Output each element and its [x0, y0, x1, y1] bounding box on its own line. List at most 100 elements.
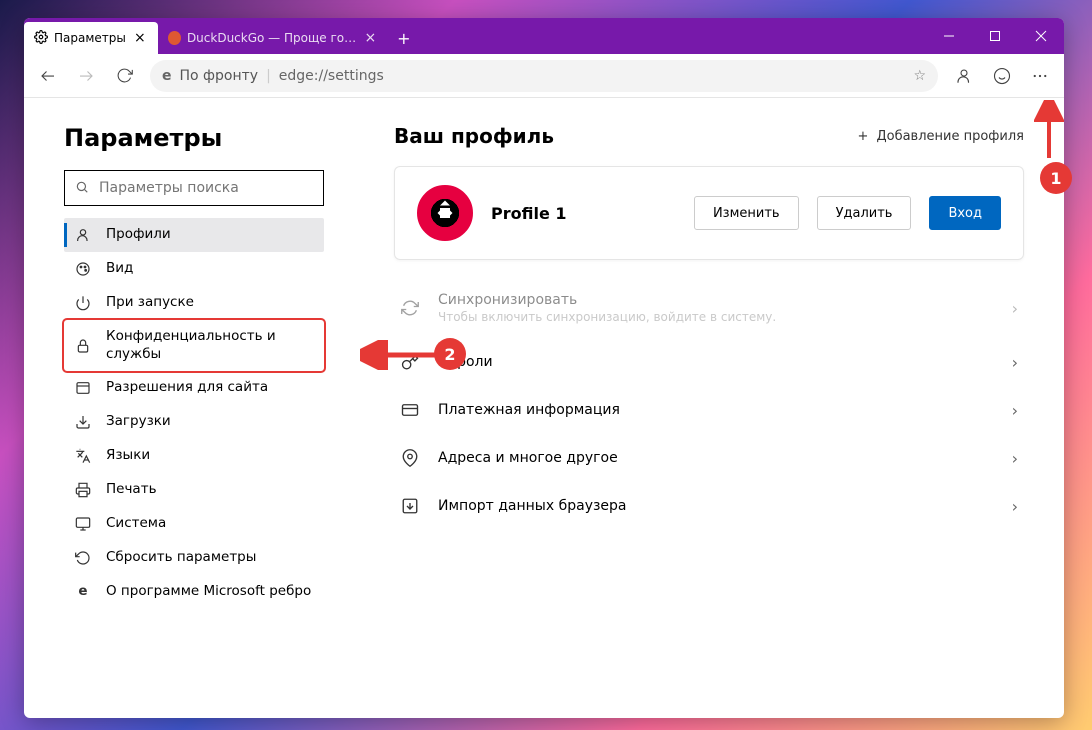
gear-icon	[34, 30, 48, 47]
card-icon	[400, 400, 420, 420]
chevron-right-icon: ›	[1012, 401, 1018, 420]
nav-downloads[interactable]: Загрузки	[64, 405, 324, 439]
close-icon[interactable]: ×	[363, 30, 378, 46]
delete-profile-button[interactable]: Удалить	[817, 196, 912, 230]
nav-label: Система	[106, 515, 314, 533]
toolbar: e По фронту | edge://settings ☆	[24, 54, 1064, 98]
printer-icon	[74, 481, 92, 499]
new-tab-button[interactable]: +	[388, 22, 420, 54]
minimize-button[interactable]	[926, 18, 972, 54]
tab-strip: Параметры × DuckDuckGo — Проще говоря × …	[24, 18, 926, 54]
tab-label: DuckDuckGo — Проще говоря	[187, 31, 357, 45]
search-input[interactable]	[99, 180, 313, 196]
sync-item: Синхронизировать Чтобы включить синхрони…	[394, 278, 1024, 338]
profile-settings-list: Синхронизировать Чтобы включить синхрони…	[394, 278, 1024, 530]
content: Параметры Профили Вид При запуске	[24, 98, 1064, 718]
login-button[interactable]: Вход	[929, 196, 1001, 230]
nav-label: Вид	[106, 260, 314, 278]
add-profile-label: Добавление профиля	[876, 129, 1024, 144]
addresses-item[interactable]: Адреса и многое другое ›	[394, 434, 1024, 482]
passwords-item[interactable]: Пароли ›	[394, 338, 1024, 386]
edit-profile-button[interactable]: Изменить	[694, 196, 799, 230]
nav-label: О программе Microsoft ребро	[106, 583, 314, 601]
item-title: Платежная информация	[438, 402, 994, 418]
nav-site-permissions[interactable]: Разрешения для сайта	[64, 371, 324, 405]
sync-icon	[400, 298, 420, 318]
nav-label: Разрешения для сайта	[106, 379, 314, 397]
sidebar-title: Параметры	[64, 124, 340, 152]
maximize-button[interactable]	[972, 18, 1018, 54]
profile-icon[interactable]	[946, 58, 982, 94]
item-title: Импорт данных браузера	[438, 498, 994, 514]
page-title: Ваш профиль	[394, 124, 554, 148]
import-icon	[400, 496, 420, 516]
import-data-item[interactable]: Импорт данных браузера ›	[394, 482, 1024, 530]
edge-icon: e	[74, 583, 92, 601]
item-title: Адреса и многое другое	[438, 450, 994, 466]
chevron-right-icon: ›	[1012, 353, 1018, 372]
nav-label: При запуске	[106, 294, 314, 312]
lock-icon	[74, 337, 92, 355]
refresh-button[interactable]	[106, 58, 142, 94]
back-button[interactable]	[30, 58, 66, 94]
payment-item[interactable]: Платежная информация ›	[394, 386, 1024, 434]
edge-icon: e	[162, 68, 172, 84]
nav-label: Загрузки	[106, 413, 314, 431]
profile-name: Profile 1	[491, 204, 676, 223]
reset-icon	[74, 549, 92, 567]
window-controls	[926, 18, 1064, 54]
chevron-right-icon: ›	[1012, 449, 1018, 468]
nav-privacy[interactable]: Конфиденциальность и службы	[64, 320, 324, 371]
nav-about[interactable]: e О программе Microsoft ребро	[64, 575, 324, 609]
download-icon	[74, 413, 92, 431]
nav-reset[interactable]: Сбросить параметры	[64, 541, 324, 575]
sync-subtitle: Чтобы включить синхронизацию, войдите в …	[438, 310, 994, 324]
more-menu-button[interactable]	[1022, 58, 1058, 94]
nav-label: Печать	[106, 481, 314, 499]
favorite-icon[interactable]: ☆	[913, 68, 926, 84]
person-icon	[74, 226, 92, 244]
nav-label: Сбросить параметры	[106, 549, 314, 567]
power-icon	[74, 294, 92, 312]
nav-label: Языки	[106, 447, 314, 465]
avatar	[417, 185, 473, 241]
plus-icon: +	[858, 129, 869, 144]
chevron-right-icon: ›	[1012, 497, 1018, 516]
nav-print[interactable]: Печать	[64, 473, 324, 507]
key-icon	[400, 352, 420, 372]
close-icon[interactable]: ×	[132, 30, 148, 46]
feedback-icon[interactable]	[984, 58, 1020, 94]
chevron-right-icon: ›	[1012, 299, 1018, 318]
search-icon	[75, 179, 89, 198]
languages-icon	[74, 447, 92, 465]
main-header: Ваш профиль + Добавление профиля	[394, 124, 1024, 148]
nav-profiles[interactable]: Профили	[64, 218, 324, 252]
add-profile-button[interactable]: + Добавление профиля	[858, 129, 1024, 144]
tab-duckduckgo[interactable]: DuckDuckGo — Проще говоря ×	[158, 22, 388, 54]
sidebar: Параметры Профили Вид При запуске	[24, 98, 364, 718]
nav-languages[interactable]: Языки	[64, 439, 324, 473]
nav-label: Конфиденциальность и службы	[106, 328, 314, 363]
duckduckgo-icon	[168, 31, 181, 45]
address-label: По фронту	[180, 68, 259, 84]
nav-system[interactable]: Система	[64, 507, 324, 541]
window-close-button[interactable]	[1018, 18, 1064, 54]
settings-search[interactable]	[64, 170, 324, 206]
monitor-icon	[74, 515, 92, 533]
palette-icon	[74, 260, 92, 278]
nav-label: Профили	[106, 226, 314, 244]
forward-button	[68, 58, 104, 94]
address-url: edge://settings	[279, 68, 384, 84]
main-panel: Ваш профиль + Добавление профиля Profile…	[364, 98, 1064, 718]
nav-startup[interactable]: При запуске	[64, 286, 324, 320]
sync-text: Синхронизировать Чтобы включить синхрони…	[438, 292, 994, 324]
address-bar[interactable]: e По фронту | edge://settings ☆	[150, 60, 938, 92]
permissions-icon	[74, 379, 92, 397]
separator: |	[266, 68, 271, 84]
browser-window: Параметры × DuckDuckGo — Проще говоря × …	[24, 18, 1064, 718]
tab-label: Параметры	[54, 31, 126, 45]
item-title: Пароли	[438, 354, 994, 370]
nav-appearance[interactable]: Вид	[64, 252, 324, 286]
tab-settings[interactable]: Параметры ×	[24, 22, 158, 54]
settings-nav: Профили Вид При запуске Конфиденциальнос…	[64, 218, 340, 609]
